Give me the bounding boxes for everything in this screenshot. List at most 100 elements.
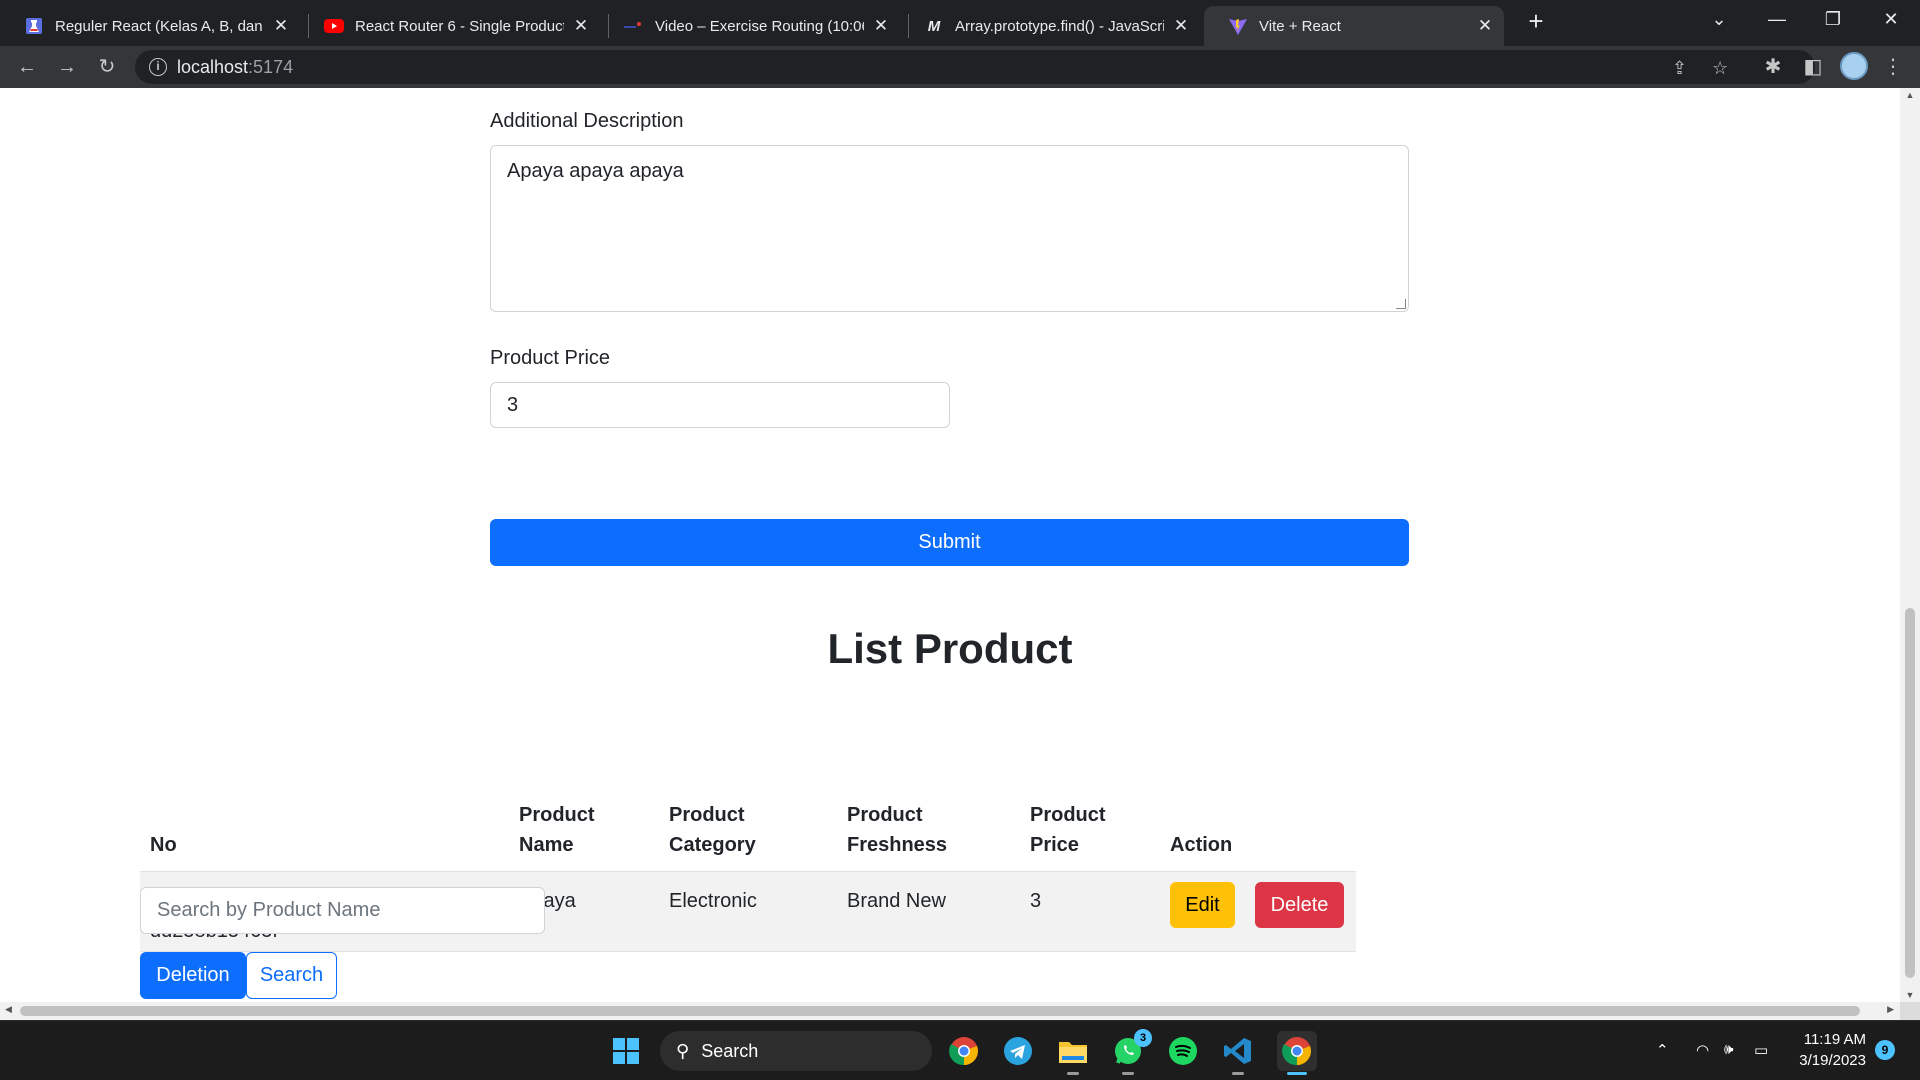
tab-title: Reguler React (Kelas A, B, dan C) (55, 17, 264, 35)
close-tab-icon[interactable]: ✕ (272, 16, 290, 36)
tab-video-exercise[interactable]: Video – Exercise Routing (10:06) ✕ (600, 6, 900, 46)
whatsapp-icon[interactable]: 3 (1112, 1029, 1152, 1075)
price-input[interactable]: 3 (490, 382, 950, 428)
scroll-down-arrow-icon[interactable]: ▼ (1900, 990, 1920, 1000)
address-bar[interactable]: i localhost:5174 ⇪ ☆ (135, 50, 1815, 84)
minimize-button[interactable]: — (1754, 4, 1800, 34)
tab-title: React Router 6 - Single Product - (355, 17, 564, 35)
column-header-action: Action (1170, 834, 1233, 856)
description-textarea[interactable]: Apaya apaya apaya (490, 145, 1409, 312)
reload-icon[interactable]: ↻ (94, 54, 120, 80)
flask-icon (24, 16, 44, 36)
address-url[interactable]: localhost:5174 (177, 57, 293, 78)
column-header-product-name: Product Name (519, 804, 595, 856)
scroll-left-arrow-icon[interactable]: ◀ (5, 1004, 12, 1015)
browser-tab-strip: Reguler React (Kelas A, B, dan C) ✕ Reac… (0, 0, 1920, 46)
clock-time: 11:19 AM (1803, 1031, 1866, 1048)
close-tab-icon[interactable]: ✕ (1476, 16, 1494, 36)
tab-reguler-react[interactable]: Reguler React (Kelas A, B, dan C) ✕ (0, 6, 300, 46)
column-header-product-freshness: Product Freshness (847, 804, 948, 856)
tab-vite-react[interactable]: Vite + React ✕ (1204, 6, 1504, 46)
cell-product-freshness: Brand New (847, 890, 946, 912)
cell-product-price: 3 (1030, 890, 1042, 912)
battery-icon[interactable]: ▭ (1754, 1041, 1768, 1059)
vite-icon (1228, 16, 1248, 36)
close-tab-icon[interactable]: ✕ (872, 16, 890, 36)
cell-product-category: Electronic (669, 890, 757, 912)
price-label: Product Price (490, 347, 611, 369)
running-indicator (1067, 1072, 1079, 1075)
chrome-active-icon[interactable] (1277, 1031, 1317, 1075)
list-title: List Product (827, 625, 1073, 672)
horizontal-scroll-thumb[interactable] (20, 1006, 1860, 1016)
column-header-product-category: Product Category (669, 804, 756, 856)
column-header-no: No (150, 834, 177, 856)
forward-arrow-icon[interactable]: → (54, 54, 80, 80)
clock-date: 3/19/2023 (1799, 1052, 1866, 1069)
running-indicator (1232, 1072, 1244, 1075)
wifi-icon[interactable]: ◠ (1696, 1041, 1709, 1059)
new-tab-button[interactable]: + (1520, 8, 1552, 34)
edit-button[interactable]: Edit (1170, 882, 1235, 928)
mdn-icon: M (927, 17, 941, 35)
search-product-input[interactable]: Search by Product Name (140, 887, 545, 934)
share-icon[interactable]: ⇪ (1672, 58, 1687, 79)
tab-title: Video – Exercise Routing (10:06) (655, 17, 864, 35)
close-tab-icon[interactable]: ✕ (572, 16, 590, 36)
side-panel-icon[interactable]: ◧ (1800, 54, 1826, 80)
column-header-product-price: Product Price (1030, 804, 1106, 856)
close-window-button[interactable]: ✕ (1868, 4, 1914, 34)
telegram-icon[interactable] (1002, 1035, 1034, 1067)
vertical-scroll-thumb[interactable] (1905, 608, 1915, 978)
table-header: No Product Name Product Category Product… (140, 708, 1356, 872)
taskbar-clock[interactable]: 11:19 AM 3/19/2023 (1790, 1029, 1866, 1071)
tab-title: Vite + React (1259, 17, 1341, 35)
close-tab-icon[interactable]: ✕ (1172, 16, 1190, 36)
delete-button[interactable]: Delete (1255, 882, 1344, 928)
tray-overflow-chevron-icon[interactable]: ⌃ (1656, 1041, 1669, 1059)
file-explorer-icon[interactable] (1057, 1035, 1089, 1075)
whatsapp-badge: 3 (1134, 1029, 1152, 1047)
search-placeholder: Search by Product Name (157, 899, 381, 921)
running-indicator (1122, 1072, 1134, 1075)
deletion-button[interactable]: Deletion (140, 952, 246, 999)
notification-count-badge[interactable]: 9 (1875, 1040, 1895, 1060)
scroll-right-arrow-icon[interactable]: ▶ (1887, 1004, 1894, 1015)
scrollbar-corner (1900, 1002, 1920, 1020)
volume-icon[interactable]: 🕪 (1724, 1041, 1733, 1058)
youtube-icon (324, 16, 344, 36)
submit-button[interactable]: Submit (490, 519, 1409, 566)
menu-kebab-icon[interactable]: ⋮ (1880, 54, 1906, 80)
spotify-icon[interactable] (1167, 1035, 1199, 1067)
restore-button[interactable]: ❐ (1810, 4, 1856, 34)
windows-start-icon[interactable] (610, 1035, 642, 1067)
search-button[interactable]: Search (246, 952, 337, 999)
vscode-icon[interactable] (1222, 1035, 1254, 1075)
chrome-icon[interactable] (948, 1035, 980, 1067)
profile-avatar[interactable] (1840, 52, 1868, 80)
tab-title: Array.prototype.find() - JavaScript (955, 17, 1164, 35)
url-port: :5174 (248, 57, 294, 77)
bookmark-star-icon[interactable]: ☆ (1712, 58, 1728, 79)
page-viewport: Additional Description Apaya apaya apaya… (0, 88, 1900, 1002)
taskbar-search-box[interactable]: ⚲ Search (660, 1031, 932, 1071)
windows-taskbar: ⚲ Search 3 ⌃ ◠ 🕪 ▭ 11:19 AM 3/19/2023 9 (0, 1020, 1920, 1080)
browser-toolbar: ← → ↻ i localhost:5174 ⇪ ☆ ✱ ◧ ⋮ (0, 46, 1920, 88)
tab-react-router[interactable]: React Router 6 - Single Product - ✕ (300, 6, 600, 46)
price-value: 3 (507, 393, 519, 416)
scroll-up-arrow-icon[interactable]: ▲ (1900, 90, 1920, 100)
search-icon: ⚲ (676, 1040, 690, 1061)
url-host: localhost (177, 57, 249, 77)
site-info-icon[interactable]: i (149, 58, 167, 76)
active-indicator (1287, 1072, 1307, 1075)
back-arrow-icon[interactable]: ← (14, 54, 40, 80)
tab-array-find[interactable]: M Array.prototype.find() - JavaScript ✕ (900, 6, 1200, 46)
extensions-puzzle-icon[interactable]: ✱ (1760, 54, 1786, 80)
description-label: Additional Description (490, 110, 684, 132)
tab-search-chevron-icon[interactable]: ⌄ (1696, 4, 1742, 34)
video-icon (624, 16, 644, 36)
vertical-scrollbar[interactable]: ▲ ▼ (1900, 88, 1920, 1002)
taskbar-search-label: Search (701, 1040, 759, 1061)
horizontal-scrollbar[interactable]: ◀ ▶ (0, 1002, 1900, 1020)
resize-handle-icon[interactable] (1396, 299, 1406, 309)
